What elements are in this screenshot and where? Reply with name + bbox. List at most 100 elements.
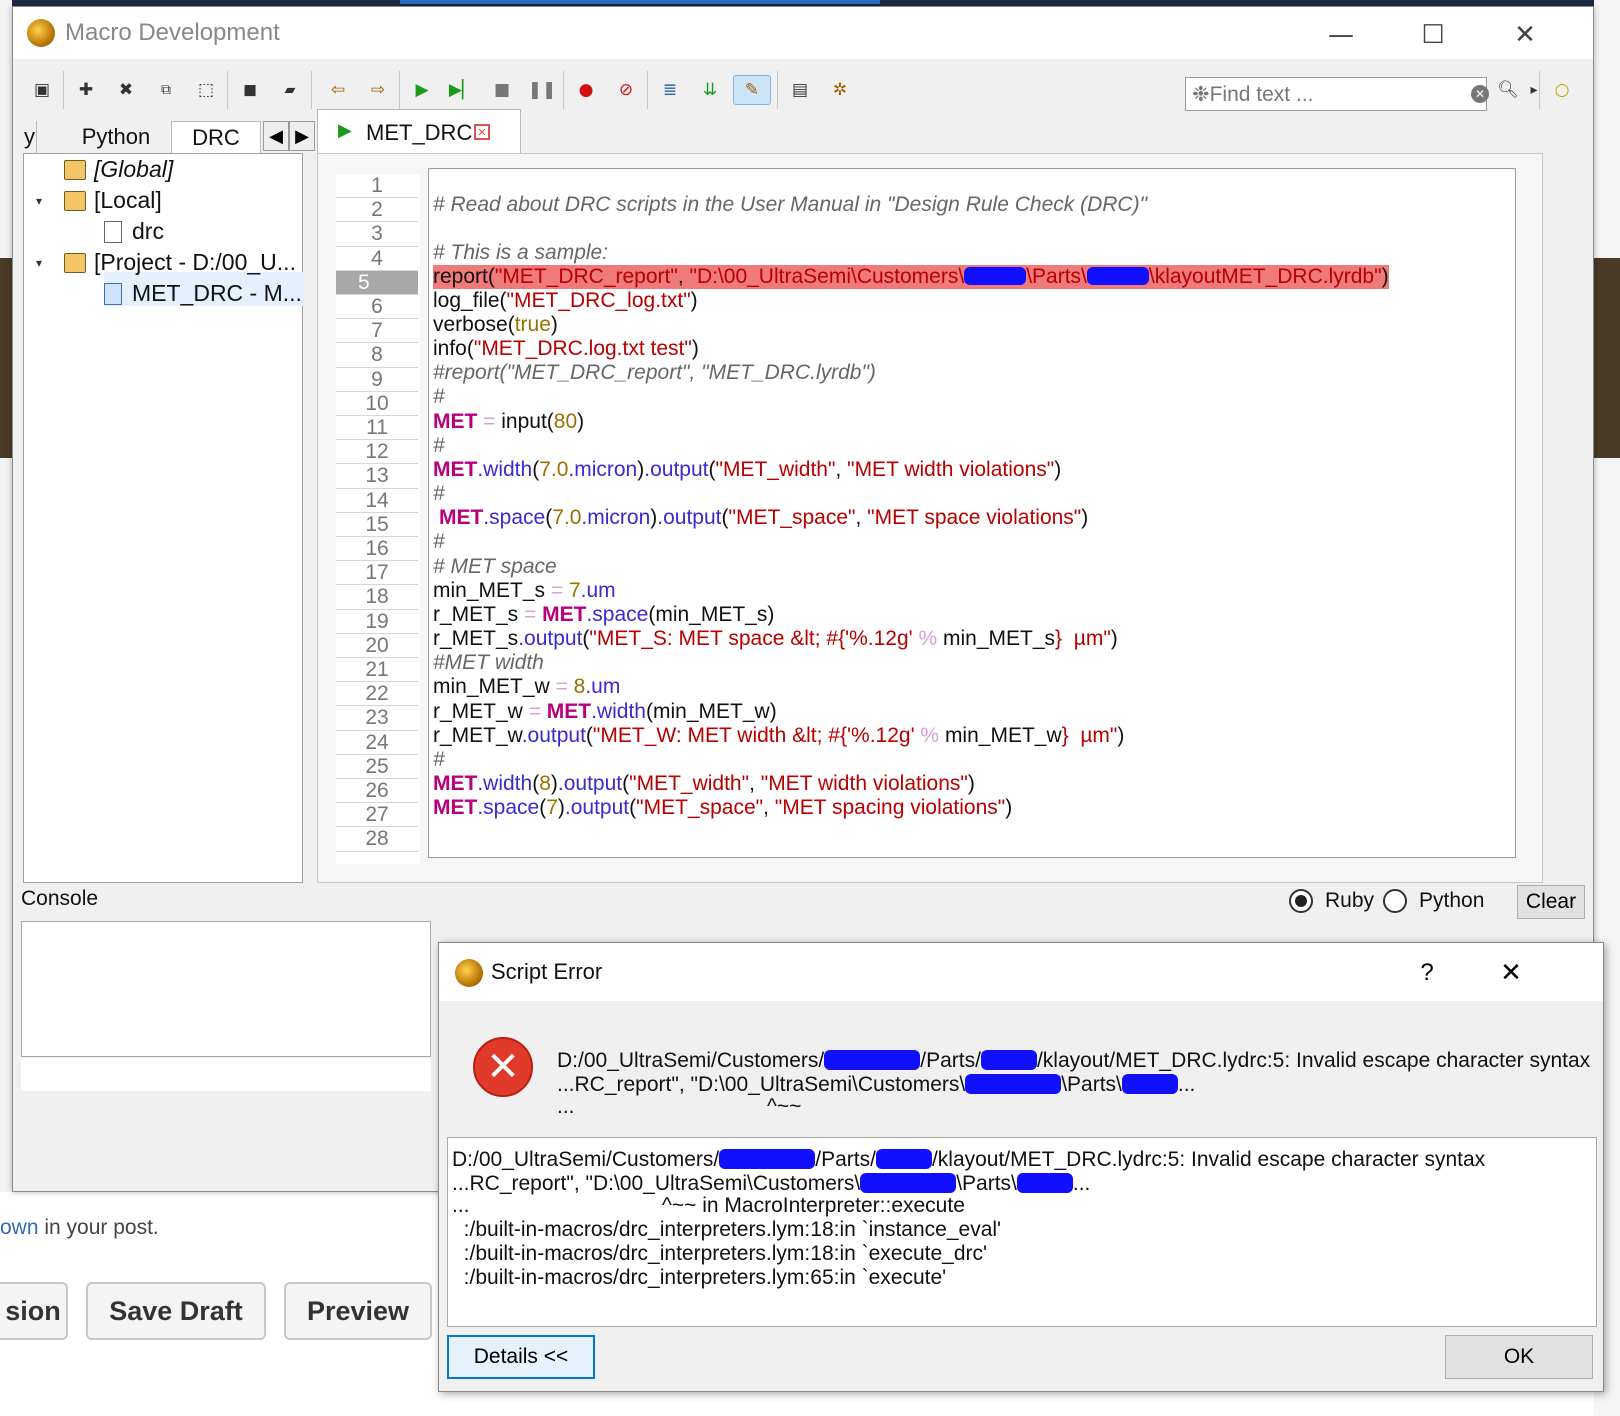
record-icon[interactable]: ● — [571, 75, 601, 105]
error-message-line-3: ... ^~~ — [557, 1095, 802, 1118]
close-icon[interactable]: ✕ — [1495, 15, 1555, 55]
expanded-chevron-icon[interactable]: ▾ — [36, 256, 50, 270]
line-number: 17 — [336, 561, 418, 586]
new-folder-icon[interactable]: ▣ — [27, 75, 57, 105]
clear-button[interactable]: Clear — [1517, 885, 1585, 919]
dialog-close-icon[interactable]: ✕ — [1491, 953, 1531, 993]
code-line-10: # — [433, 385, 445, 408]
run-icon[interactable]: ▶ — [407, 75, 437, 105]
redaction-mark — [719, 1149, 816, 1169]
toolbar-separator — [63, 71, 64, 109]
tree-node-label: [Project - D:/00_U... — [94, 249, 296, 275]
line-number: 12 — [336, 440, 418, 465]
editor-tab-label: MET_DRC — [366, 120, 473, 145]
code-line-11: MET = input(80) — [433, 410, 585, 433]
code-line-14: # — [433, 482, 445, 505]
minimize-icon[interactable]: — — [1311, 15, 1371, 55]
delete-macro-icon[interactable]: ✖ — [111, 75, 141, 105]
code-line-13: MET.width(7.0.micron).output("MET_width"… — [433, 458, 1062, 481]
find-next-icon[interactable]: ▸ — [1519, 75, 1549, 105]
add-macro-icon[interactable]: ✚ — [71, 75, 101, 105]
editor-tab-met-drc[interactable]: ▶ MET_DRC ✕ — [317, 109, 521, 155]
tab-drc[interactable]: DRC — [171, 121, 261, 153]
code-line-8: info("MET_DRC.log.txt test") — [433, 337, 699, 360]
expanded-chevron-icon[interactable]: ▾ — [36, 194, 50, 208]
rename-icon[interactable]: ⧉ — [151, 75, 181, 105]
redaction-mark — [824, 1050, 921, 1070]
redaction-mark — [1121, 1074, 1178, 1094]
pause-icon[interactable]: ❚❚ — [527, 75, 557, 105]
tree-node-drc[interactable]: drc — [104, 218, 164, 245]
ruby-radio[interactable] — [1289, 889, 1313, 913]
line-number: 10 — [336, 392, 418, 416]
line-number: 4 — [336, 247, 418, 271]
window-titlebar[interactable]: Macro Development — ☐ ✕ — [13, 7, 1593, 59]
code-line-23: r_MET_w = MET.width(min_MET_w) — [433, 700, 777, 723]
code-line-15: MET.space(7.0.micron).output("MET_space"… — [439, 506, 1089, 529]
toolbar-separator — [777, 71, 778, 109]
find-clear-icon[interactable]: ✕ — [1471, 85, 1489, 103]
ok-button[interactable]: OK — [1445, 1335, 1593, 1379]
tree-node-project[interactable]: ▾ [Project - D:/00_U... — [36, 249, 296, 276]
details-line-5: :/built-in-macros/drc_interpreters.lym:1… — [452, 1242, 988, 1265]
code-line-25: # — [433, 748, 445, 771]
find-text-input[interactable]: ❉Find text ... — [1185, 77, 1487, 111]
tab-python[interactable]: Python — [61, 121, 171, 153]
console-output[interactable] — [21, 921, 431, 1057]
import-icon[interactable]: ⬚ — [191, 75, 221, 105]
post-hint-text: own in your post. — [0, 1216, 159, 1240]
markdown-link[interactable]: own — [0, 1216, 39, 1239]
details-line-3: ... ^~~ in MacroInterpreter::execute — [452, 1194, 965, 1217]
dialog-titlebar[interactable]: Script Error ? ✕ — [439, 943, 1603, 1001]
tabs-scroll-right-icon[interactable]: ▶ — [289, 121, 315, 151]
line-number: 28 — [336, 827, 418, 852]
console-input[interactable] — [21, 1057, 431, 1091]
code-line-2: # Read about DRC scripts in the User Man… — [433, 193, 1148, 216]
back-arrow-icon[interactable]: ⇦ — [323, 75, 353, 105]
forward-arrow-icon[interactable]: ⇨ — [363, 75, 393, 105]
run-current-icon[interactable]: ▶▏ — [447, 75, 477, 105]
code-line-19: r_MET_s = MET.space(min_MET_s) — [433, 603, 775, 626]
macro-toolbar: ▣ ✚ ✖ ⧉ ⬚ ◼ ▰ ⇦ ⇨ ▶ ▶▏ ■ ❚❚ ● ⊘ ≣ ⇊ ✎ ▤ … — [13, 63, 1593, 115]
tree-node-local[interactable]: ▾ [Local] — [36, 187, 162, 214]
save-draft-button[interactable]: Save Draft — [86, 1282, 266, 1340]
code-line-18: min_MET_s = 7.um — [433, 579, 616, 602]
line-number-gutter: 1 2 3 4 5 6 7 8 9 10 11 12 13 14 15 16 17 18 19 20 21 22 23 24 2… — [336, 174, 420, 864]
code-line-9: #report("MET_DRC_report", "MET_DRC.lyrdb… — [433, 361, 876, 384]
close-tab-icon[interactable]: ✕ — [474, 124, 490, 140]
tab-partial[interactable]: y — [23, 121, 37, 153]
line-number: 25 — [336, 755, 418, 779]
save-icon[interactable]: ▰ — [275, 75, 305, 105]
toolbar-separator — [227, 71, 228, 109]
error-details-text[interactable]: D:/00_UltraSemi/Customers//Parts//klayou… — [447, 1137, 1597, 1327]
details-line-2: ...RC_report", "D:\00_UltraSemi\Customer… — [452, 1172, 1091, 1195]
dialog-title: Script Error — [491, 959, 603, 984]
klayout-logo-icon — [455, 959, 483, 987]
details-toggle-button[interactable]: Details << — [447, 1335, 595, 1379]
post-hint-rest: in your post. — [38, 1216, 159, 1239]
python-radio[interactable] — [1383, 889, 1407, 913]
hint-lightbulb-icon[interactable]: ○ — [1547, 75, 1577, 105]
error-message-line-1: D:/00_UltraSemi/Customers//Parts//klayou… — [557, 1049, 1591, 1072]
line-number: 15 — [336, 513, 418, 537]
post-discussion-button[interactable]: sion — [0, 1282, 68, 1340]
stop-icon[interactable]: ■ — [487, 75, 517, 105]
setup-gear-icon[interactable]: ✲ — [825, 75, 855, 105]
code-editor[interactable]: # Read about DRC scripts in the User Man… — [428, 168, 1516, 858]
properties-icon[interactable]: ▤ — [785, 75, 815, 105]
debug-mode-icon[interactable]: ✎ — [733, 75, 771, 105]
help-button[interactable]: ? — [1407, 953, 1447, 993]
step-over-icon[interactable]: ≣ — [655, 75, 685, 105]
code-line-12: # — [433, 434, 445, 457]
code-line-4: # This is a sample: — [433, 241, 609, 264]
toolbar-separator — [647, 71, 648, 109]
maximize-icon[interactable]: ☐ — [1403, 15, 1463, 55]
tree-node-global[interactable]: [Global] — [64, 156, 173, 183]
clear-breakpoints-icon[interactable]: ⊘ — [611, 75, 641, 105]
step-into-icon[interactable]: ⇊ — [695, 75, 725, 105]
tabs-scroll-left-icon[interactable]: ◀ — [263, 121, 289, 151]
preview-button[interactable]: Preview — [284, 1282, 432, 1340]
tree-node-met-drc[interactable]: MET_DRC - M... — [104, 280, 302, 307]
save-all-icon[interactable]: ◼ — [235, 75, 265, 105]
tree-node-label: drc — [132, 218, 164, 244]
